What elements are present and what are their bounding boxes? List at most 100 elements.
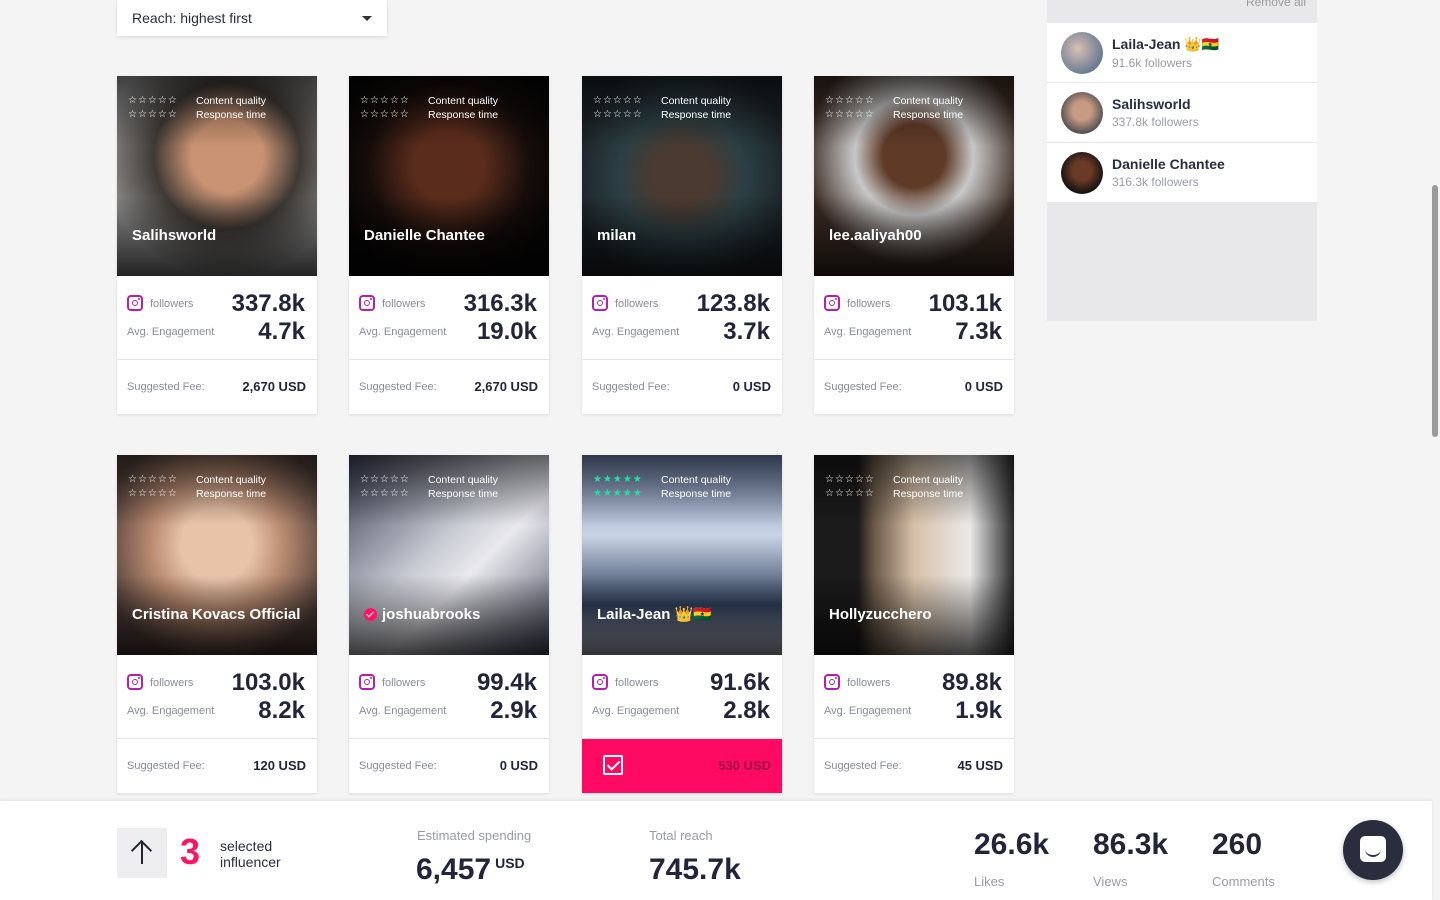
remove-all-link[interactable]: Remove all: [1246, 0, 1306, 9]
response-time-label: Response time: [661, 109, 732, 121]
influencer-name-text: Danielle Chantee: [364, 227, 485, 244]
followers-label: followers: [615, 677, 659, 689]
spending-unit: USD: [495, 855, 525, 871]
influencer-photo[interactable]: ☆☆☆☆☆ Content quality ☆☆☆☆☆ Response time …: [582, 76, 782, 276]
sort-dropdown[interactable]: Reach: highest first: [117, 0, 387, 36]
engagement-label: Avg. Engagement: [592, 705, 680, 717]
response-time-label: Response time: [661, 488, 732, 500]
scrollbar-track[interactable]: [1430, 0, 1440, 900]
followers-label: followers: [847, 298, 891, 310]
influencer-card[interactable]: ★★★★★ Content quality ★★★★★ Response time …: [582, 455, 782, 793]
star-icon: ★★★★★: [593, 488, 643, 499]
star-icon: ☆☆☆☆☆: [825, 488, 875, 499]
ratings: ☆☆☆☆☆ Content quality ☆☆☆☆☆ Response time: [593, 94, 731, 122]
content-quality-label: Content quality: [661, 95, 732, 107]
select-influencer-button[interactable]: Suggested Fee: 45 USD: [814, 739, 1014, 793]
influencer-photo[interactable]: ☆☆☆☆☆ Content quality ☆☆☆☆☆ Response time …: [349, 455, 549, 655]
chat-icon[interactable]: [1343, 820, 1403, 880]
verified-icon: [364, 608, 377, 621]
ratings: ☆☆☆☆☆ Content quality ☆☆☆☆☆ Response time: [825, 94, 963, 122]
influencer-stats: followers 316.3k Avg. Engagement 19.0k: [349, 276, 549, 360]
instagram-icon: [127, 295, 143, 311]
reach-label: Total reach: [649, 828, 713, 843]
influencer-name-text: milan: [597, 227, 637, 244]
fee-value: 0 USD: [499, 758, 538, 773]
select-influencer-button[interactable]: Suggested Fee: 120 USD: [117, 739, 317, 793]
scrollbar-thumb[interactable]: [1432, 185, 1438, 437]
influencer-card[interactable]: ☆☆☆☆☆ Content quality ☆☆☆☆☆ Response time …: [814, 76, 1014, 414]
select-influencer-button[interactable]: Suggested Fee: 0 USD: [349, 739, 549, 793]
instagram-icon: [359, 295, 375, 311]
influencer-photo[interactable]: ★★★★★ Content quality ★★★★★ Response time …: [582, 455, 782, 655]
star-icon: ☆☆☆☆☆: [128, 488, 178, 499]
comments-label: Comments: [1212, 874, 1275, 889]
influencer-stats: followers 91.6k Avg. Engagement 2.8k: [582, 655, 782, 739]
content-quality-label: Content quality: [196, 95, 267, 107]
influencer-name-text: Laila-Jean 👑🇬🇭: [597, 606, 712, 623]
select-influencer-button[interactable]: Suggested Fee: 0 USD: [582, 360, 782, 414]
influencer-name-text: Hollyzucchero: [829, 606, 932, 623]
fee-value: 530 USD: [718, 758, 771, 773]
influencer-stats: followers 89.8k Avg. Engagement 1.9k: [814, 655, 1014, 739]
select-influencer-button[interactable]: Suggested Fee: 0 USD: [814, 360, 1014, 414]
fee-label: Suggested Fee:: [127, 760, 205, 772]
star-icon: ☆☆☆☆☆: [825, 109, 875, 120]
influencer-card[interactable]: ☆☆☆☆☆ Content quality ☆☆☆☆☆ Response time …: [814, 455, 1014, 793]
influencer-name: Laila-Jean 👑🇬🇭: [597, 605, 712, 623]
influencer-stats: followers 337.8k Avg. Engagement 4.7k: [117, 276, 317, 360]
influencer-photo[interactable]: ☆☆☆☆☆ Content quality ☆☆☆☆☆ Response time …: [814, 76, 1014, 276]
content-quality-label: Content quality: [428, 95, 499, 107]
instagram-icon: [824, 674, 840, 690]
instagram-icon: [592, 674, 608, 690]
engagement-value: 4.7k: [258, 318, 305, 345]
engagement-value: 2.8k: [723, 697, 770, 724]
engagement-label: Avg. Engagement: [824, 705, 912, 717]
selected-item-followers: 316.3k followers: [1112, 175, 1199, 189]
select-influencer-button[interactable]: 530 USD: [582, 739, 782, 793]
content-quality-label: Content quality: [428, 474, 499, 486]
influencer-card[interactable]: ☆☆☆☆☆ Content quality ☆☆☆☆☆ Response time …: [349, 76, 549, 414]
influencer-stats: followers 103.0k Avg. Engagement 8.2k: [117, 655, 317, 739]
influencer-card[interactable]: ☆☆☆☆☆ Content quality ☆☆☆☆☆ Response time …: [117, 455, 317, 793]
instagram-icon: [127, 674, 143, 690]
influencer-card[interactable]: ☆☆☆☆☆ Content quality ☆☆☆☆☆ Response time …: [117, 76, 317, 414]
influencer-photo[interactable]: ☆☆☆☆☆ Content quality ☆☆☆☆☆ Response time …: [349, 76, 549, 276]
arrow-up-icon[interactable]: [117, 828, 167, 878]
influencer-name-text: lee.aaliyah00: [829, 227, 922, 244]
star-icon: ☆☆☆☆☆: [593, 95, 643, 106]
selected-item[interactable]: Danielle Chantee 316.3k followers: [1047, 143, 1317, 203]
ratings: ☆☆☆☆☆ Content quality ☆☆☆☆☆ Response time: [360, 473, 498, 501]
instagram-icon: [824, 295, 840, 311]
influencer-card[interactable]: ☆☆☆☆☆ Content quality ☆☆☆☆☆ Response time …: [582, 76, 782, 414]
ratings: ☆☆☆☆☆ Content quality ☆☆☆☆☆ Response time: [128, 473, 266, 501]
fee-value: 0 USD: [732, 379, 771, 394]
selected-item-name: Salihsworld: [1112, 96, 1191, 112]
star-icon: ★★★★★: [593, 474, 643, 485]
star-icon: ☆☆☆☆☆: [128, 474, 178, 485]
sort-label: Reach: highest first: [132, 10, 252, 26]
selected-item-followers: 91.6k followers: [1112, 55, 1193, 70]
avatar: [1061, 91, 1103, 134]
comments-value: 260: [1212, 828, 1263, 861]
ratings: ★★★★★ Content quality ★★★★★ Response time: [593, 473, 731, 501]
influencer-stats: followers 103.1k Avg. Engagement 7.3k: [814, 276, 1014, 360]
followers-value: 337.8k: [231, 290, 305, 317]
likes-value: 26.6k: [974, 828, 1050, 861]
select-influencer-button[interactable]: Suggested Fee: 2,670 USD: [117, 360, 317, 414]
selected-item[interactable]: Laila-Jean 👑🇬🇭 91.6k followers: [1047, 23, 1317, 83]
influencer-photo[interactable]: ☆☆☆☆☆ Content quality ☆☆☆☆☆ Response time …: [117, 76, 317, 276]
influencer-photo[interactable]: ☆☆☆☆☆ Content quality ☆☆☆☆☆ Response time …: [814, 455, 1014, 655]
engagement-label: Avg. Engagement: [127, 705, 215, 717]
select-influencer-button[interactable]: Suggested Fee: 2,670 USD: [349, 360, 549, 414]
selected-count-label: selected influencer: [220, 838, 281, 870]
response-time-label: Response time: [428, 109, 499, 121]
fee-value: 2,670 USD: [474, 379, 538, 394]
influencer-photo[interactable]: ☆☆☆☆☆ Content quality ☆☆☆☆☆ Response time …: [117, 455, 317, 655]
fee-label: Suggested Fee:: [824, 381, 902, 393]
content-quality-label: Content quality: [893, 95, 964, 107]
influencer-card[interactable]: ☆☆☆☆☆ Content quality ☆☆☆☆☆ Response time …: [349, 455, 549, 793]
checkbox-checked-icon: [603, 755, 623, 775]
followers-value: 103.0k: [231, 669, 305, 696]
influencer-name-text: joshuabrooks: [382, 606, 481, 623]
selected-item[interactable]: Salihsworld 337.8k followers: [1047, 83, 1317, 143]
